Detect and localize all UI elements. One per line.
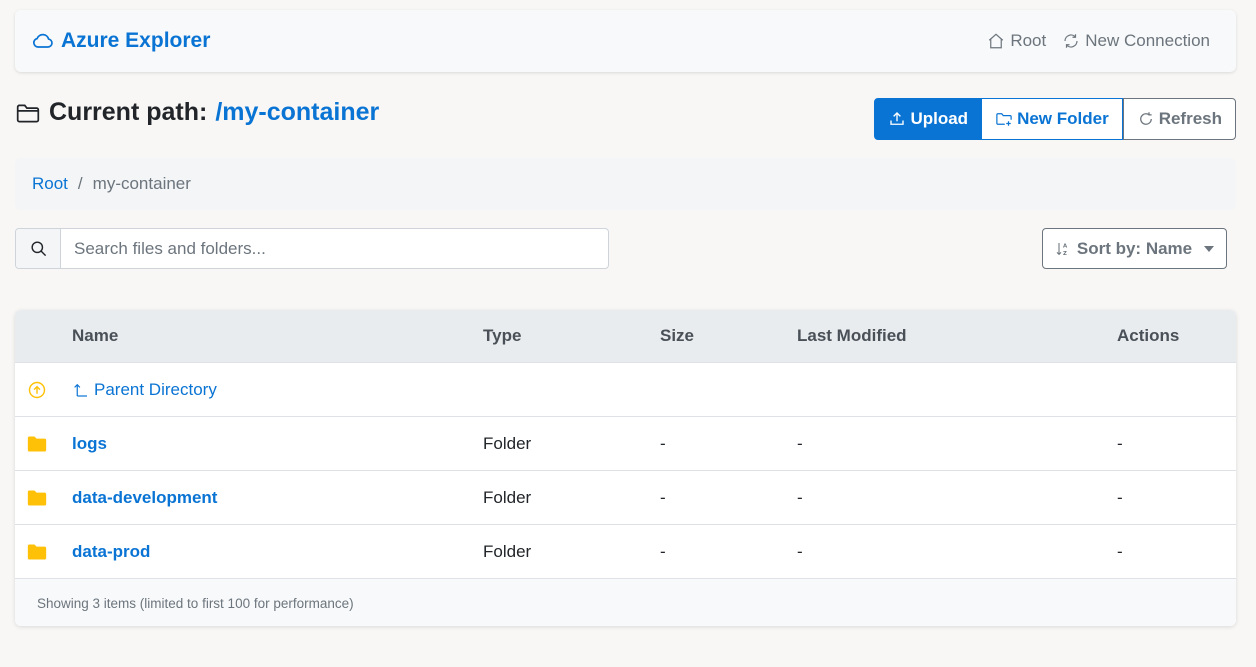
parent-directory-link[interactable]: Parent Directory [72,380,483,400]
refresh-icon [1139,112,1152,125]
folder-icon [27,544,47,559]
upload-button[interactable]: Upload [874,98,983,140]
table-header: Name Type Size Last Modified Actions [15,310,1236,363]
sort-alpha-icon: AZ [1056,242,1068,257]
header-actions: Actions [1117,326,1180,345]
brand-label: Azure Explorer [61,29,211,52]
folder-outline-icon [16,104,40,123]
brand-link[interactable]: Azure Explorer [31,29,210,53]
caret-down-icon [1204,245,1215,252]
item-actions: - [1117,433,1123,453]
table-row[interactable]: data-development Folder - - - [15,471,1236,525]
new-folder-button[interactable]: New Folder [982,98,1123,140]
item-name-link[interactable]: data-development [72,488,217,507]
folder-icon [27,490,47,505]
sort-dropdown[interactable]: AZ Sort by: Name [1042,228,1227,269]
search-addon [16,229,61,268]
item-actions: - [1117,487,1123,507]
new-connection-link[interactable]: New Connection [1062,31,1210,51]
table-footer: Showing 3 items (limited to first 100 fo… [15,579,1236,626]
item-type: Folder [483,433,532,453]
item-actions: - [1117,541,1123,561]
item-size: - [660,433,666,453]
arrow-return-up-icon [74,383,87,397]
item-modified: - [797,433,803,453]
new-connection-label: New Connection [1085,31,1210,50]
item-name-link[interactable]: data-prod [72,542,150,561]
search-icon [30,241,46,257]
house-icon [989,33,1004,49]
item-modified: - [797,487,803,507]
search-group [15,228,609,269]
table-row[interactable]: logs Folder - - - [15,417,1236,471]
breadcrumb-current: my-container [92,174,191,193]
header-modified[interactable]: Last Modified [797,326,1117,346]
search-input[interactable] [61,229,608,268]
breadcrumb: Root / my-container [15,158,1236,210]
header-size[interactable]: Size [660,326,797,346]
svg-text:Z: Z [1063,251,1067,257]
item-name-link[interactable]: logs [72,434,107,453]
arrow-up-circle-icon [28,381,46,398]
nav-root-link[interactable]: Root [987,31,1046,51]
page-title: Current path: /my-container [15,98,379,127]
path-value: /my-container [215,98,380,126]
item-type: Folder [483,541,532,561]
item-size: - [660,487,666,507]
breadcrumb-root[interactable]: Root [32,174,68,194]
cloud-icon [32,33,53,48]
folder-plus-icon [996,113,1012,126]
folder-icon [27,436,47,451]
refresh-button[interactable]: Refresh [1122,98,1236,140]
arrow-repeat-icon [1064,34,1078,48]
header-name[interactable]: Name [72,326,483,346]
path-row: Current path: /my-container Upload New F… [15,98,1236,140]
header-type[interactable]: Type [483,326,660,346]
upload-icon [890,112,905,125]
parent-directory-row[interactable]: Parent Directory [15,363,1236,417]
nav-links: Root New Connection [987,31,1210,51]
item-modified: - [797,541,803,561]
item-size: - [660,541,666,561]
navbar: Azure Explorer Root New Connection [15,10,1236,72]
refresh-label: Refresh [1158,109,1222,128]
path-prefix: Current path: [49,98,208,126]
upload-label: Upload [910,109,969,128]
table-row[interactable]: data-prod Folder - - - [15,525,1236,579]
new-folder-label: New Folder [1017,109,1109,128]
nav-root-label: Root [1010,31,1047,50]
item-type: Folder [483,487,532,507]
svg-text:A: A [1063,243,1068,249]
toolbar: Upload New Folder Refresh [874,98,1236,140]
parent-directory-label: Parent Directory [94,379,217,399]
file-table: Name Type Size Last Modified Actions Par… [15,310,1236,626]
breadcrumb-separator: / [77,174,83,193]
sort-label: Sort by: Name [1076,238,1193,258]
